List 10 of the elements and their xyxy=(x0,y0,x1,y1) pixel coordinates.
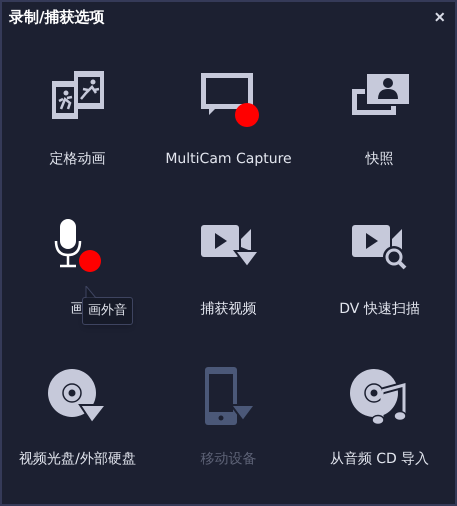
option-label[interactable]: DV 快速扫描 xyxy=(339,298,420,320)
option-label[interactable]: 定格动画 xyxy=(50,148,106,170)
window-title: 录制/捕获选项 xyxy=(9,6,104,28)
option-label[interactable]: 捕获视频 xyxy=(200,298,256,320)
tooltip-pointer-icon xyxy=(85,286,97,298)
option-label[interactable]: 从音频 CD 导入 xyxy=(330,448,430,470)
option-label[interactable]: 快照 xyxy=(366,148,394,170)
option-label[interactable]: 视频光盘/外部硬盘 xyxy=(19,448,136,470)
option-label[interactable]: MultiCam Capture xyxy=(165,148,292,170)
close-button[interactable]: × xyxy=(434,8,445,26)
